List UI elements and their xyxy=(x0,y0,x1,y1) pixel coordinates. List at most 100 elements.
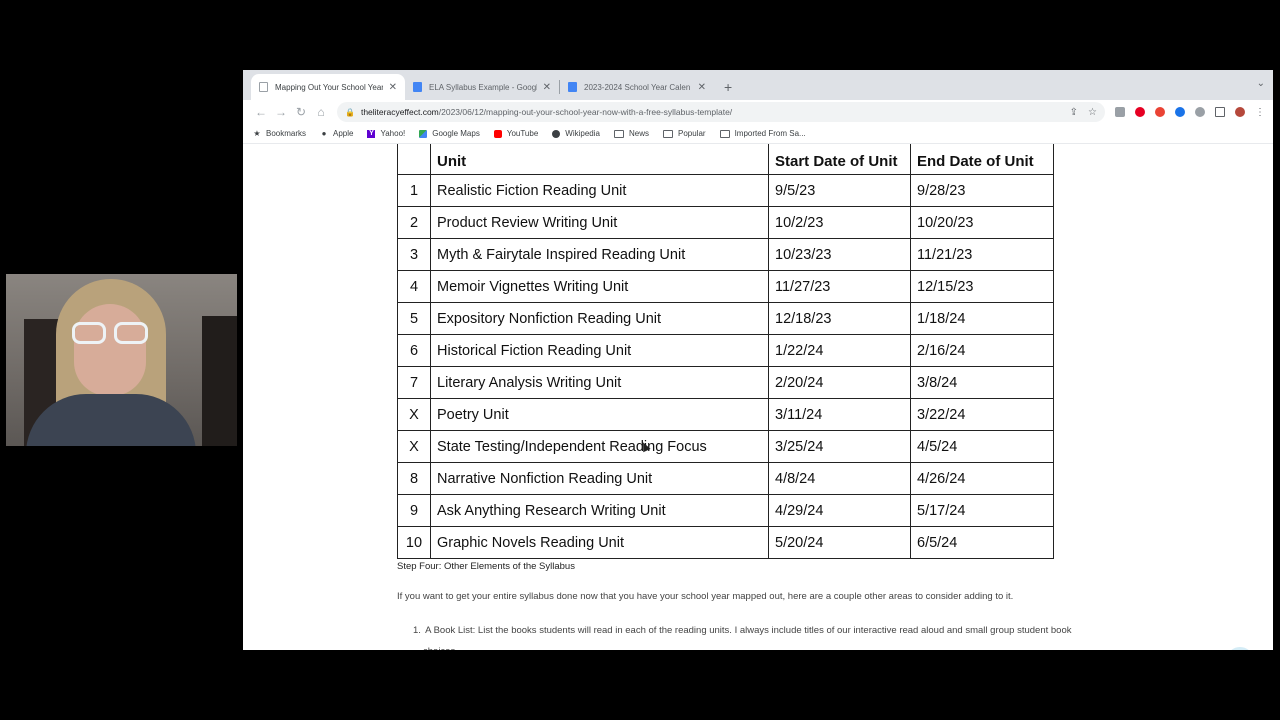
bookmark-wikipedia[interactable]: Wikipedia xyxy=(552,129,600,138)
start-date: 1/22/24 xyxy=(768,334,911,367)
screen: Mapping Out Your School Year ✕ ELA Sylla… xyxy=(0,0,1280,720)
home-icon[interactable]: ⌂ xyxy=(311,105,331,119)
puzzle-icon[interactable] xyxy=(1195,107,1205,117)
back-arrow-icon[interactable]: ← xyxy=(251,105,271,119)
unit-number: 9 xyxy=(397,494,431,527)
url-domain: theliteracyeffect.com xyxy=(360,107,439,117)
extension-icon[interactable] xyxy=(1155,107,1165,117)
unit-number: 6 xyxy=(397,334,431,367)
start-date: 3/25/24 xyxy=(768,430,911,463)
tab-school-calendar[interactable]: 2023-2024 School Year Calen ✕ xyxy=(560,74,714,100)
bookmark-label: Imported From Sa... xyxy=(734,129,806,138)
page-icon xyxy=(259,82,268,92)
bookmark-bookmarks[interactable]: ★ Bookmarks xyxy=(253,129,306,138)
column-header-number xyxy=(397,144,431,175)
extension-icon[interactable] xyxy=(1115,107,1125,117)
table-header-row: Unit Start Date of Unit End Date of Unit xyxy=(397,144,1054,175)
side-panel-icon[interactable] xyxy=(1215,107,1225,117)
address-bar[interactable]: 🔒 theliteracyeffect.com/2023/06/12/mappi… xyxy=(337,102,1105,122)
bookmark-google-maps[interactable]: Google Maps xyxy=(419,129,480,138)
unit-name: Historical Fiction Reading Unit xyxy=(430,334,769,367)
page-content: Unit Start Date of Unit End Date of Unit… xyxy=(243,144,1273,650)
unit-name: Expository Nonfiction Reading Unit xyxy=(430,302,769,335)
chevron-down-icon[interactable]: ⌄ xyxy=(1257,78,1265,89)
start-date: 12/18/23 xyxy=(768,302,911,335)
chat-help-icon[interactable]: tle xyxy=(1226,647,1254,650)
unit-name: Narrative Nonfiction Reading Unit xyxy=(430,462,769,495)
table-row: 1 Realistic Fiction Reading Unit 9/5/23 9/2… xyxy=(397,174,1054,207)
wikipedia-icon xyxy=(552,129,561,138)
tab-title: 2023-2024 School Year Calen xyxy=(584,82,691,92)
unit-schedule-table: Unit Start Date of Unit End Date of Unit… xyxy=(397,144,1054,559)
table-row: X State Testing/Independent Reading Focus… xyxy=(397,430,1054,463)
column-header-end-date: End Date of Unit xyxy=(910,144,1054,175)
bookmark-apple[interactable]: ● Apple xyxy=(320,128,354,138)
url-path: /2023/06/12/mapping-out-your-school-year… xyxy=(438,107,733,117)
unit-name: Myth & Fairytale Inspired Reading Unit xyxy=(430,238,769,271)
bookmark-label: YouTube xyxy=(506,129,539,138)
unit-name: Memoir Vignettes Writing Unit xyxy=(430,270,769,303)
end-date: 12/15/23 xyxy=(910,270,1054,303)
table-row: 7 Literary Analysis Writing Unit 2/20/24 3/… xyxy=(397,366,1054,399)
unit-number: X xyxy=(397,430,431,463)
bookmark-label: Wikipedia xyxy=(565,129,600,138)
presenter-face xyxy=(74,304,146,396)
list-item-number: 1. xyxy=(413,625,421,636)
bookmark-imported[interactable]: Imported From Sa... xyxy=(719,129,806,138)
tab-ela-syllabus[interactable]: ELA Syllabus Example - Google ✕ xyxy=(405,74,559,100)
tab-title: Mapping Out Your School Year xyxy=(275,82,383,92)
start-date: 9/5/23 xyxy=(768,174,911,207)
lock-icon[interactable]: 🔒 xyxy=(345,108,355,117)
bookmarks-bar: ★ Bookmarks ● Apple Y Yahoo! Google Maps Yo… xyxy=(243,124,1273,144)
tab-mapping-out[interactable]: Mapping Out Your School Year ✕ xyxy=(251,74,405,100)
pinterest-icon[interactable] xyxy=(1135,107,1145,117)
elements-list: 1. A Book List: List the books students … xyxy=(413,620,1123,650)
unit-name: Poetry Unit xyxy=(430,398,769,431)
tab-title: ELA Syllabus Example - Google xyxy=(429,82,537,92)
start-date: 3/11/24 xyxy=(768,398,911,431)
bookmark-popular[interactable]: Popular xyxy=(662,129,706,138)
start-date: 4/29/24 xyxy=(768,494,911,527)
apple-icon: ● xyxy=(321,128,327,138)
unit-number: 5 xyxy=(397,302,431,335)
table-row: 10 Graphic Novels Reading Unit 5/20/24 6/5/… xyxy=(397,526,1054,559)
folder-icon xyxy=(719,129,730,138)
docs-icon xyxy=(568,82,577,92)
forward-arrow-icon[interactable]: → xyxy=(271,105,291,119)
bookmark-yahoo[interactable]: Y Yahoo! xyxy=(367,129,405,138)
presenter-glasses xyxy=(72,322,148,346)
unit-name: Realistic Fiction Reading Unit xyxy=(430,174,769,207)
bookmark-news[interactable]: News xyxy=(613,129,649,138)
bookmark-youtube[interactable]: YouTube xyxy=(493,129,539,138)
unit-number: X xyxy=(397,398,431,431)
extension-icon[interactable] xyxy=(1175,107,1185,117)
bookmark-label: Apple xyxy=(333,129,354,138)
kebab-menu-icon[interactable]: ⋮ xyxy=(1255,107,1265,118)
reload-icon[interactable]: ↻ xyxy=(291,105,311,119)
youtube-icon xyxy=(493,129,502,138)
webcam-overlay xyxy=(6,274,237,446)
tab-strip: Mapping Out Your School Year ✕ ELA Sylla… xyxy=(243,70,1273,100)
close-icon[interactable]: ✕ xyxy=(389,82,397,93)
end-date: 1/18/24 xyxy=(910,302,1054,335)
close-icon[interactable]: ✕ xyxy=(543,82,551,93)
end-date: 4/26/24 xyxy=(910,462,1054,495)
share-icon[interactable]: ⇪ xyxy=(1070,107,1078,118)
column-header-start-date: Start Date of Unit xyxy=(768,144,911,175)
unit-number: 4 xyxy=(397,270,431,303)
end-date: 6/5/24 xyxy=(910,526,1054,559)
avatar[interactable] xyxy=(1235,107,1245,117)
unit-name: Product Review Writing Unit xyxy=(430,206,769,239)
browser-toolbar: ← → ↻ ⌂ 🔒 theliteracyeffect.com/2023/06/… xyxy=(243,100,1273,124)
yahoo-icon: Y xyxy=(367,129,376,138)
end-date: 5/17/24 xyxy=(910,494,1054,527)
new-tab-plus-icon[interactable]: + xyxy=(724,79,732,95)
start-date: 4/8/24 xyxy=(768,462,911,495)
table-row: 5 Expository Nonfiction Reading Unit 12/18… xyxy=(397,302,1054,335)
unit-number: 8 xyxy=(397,462,431,495)
maps-icon xyxy=(419,129,428,138)
bookmark-label: Google Maps xyxy=(432,129,480,138)
close-icon[interactable]: ✕ xyxy=(698,82,706,93)
folder-icon xyxy=(662,129,673,138)
bookmark-star-icon[interactable]: ☆ xyxy=(1088,107,1097,118)
